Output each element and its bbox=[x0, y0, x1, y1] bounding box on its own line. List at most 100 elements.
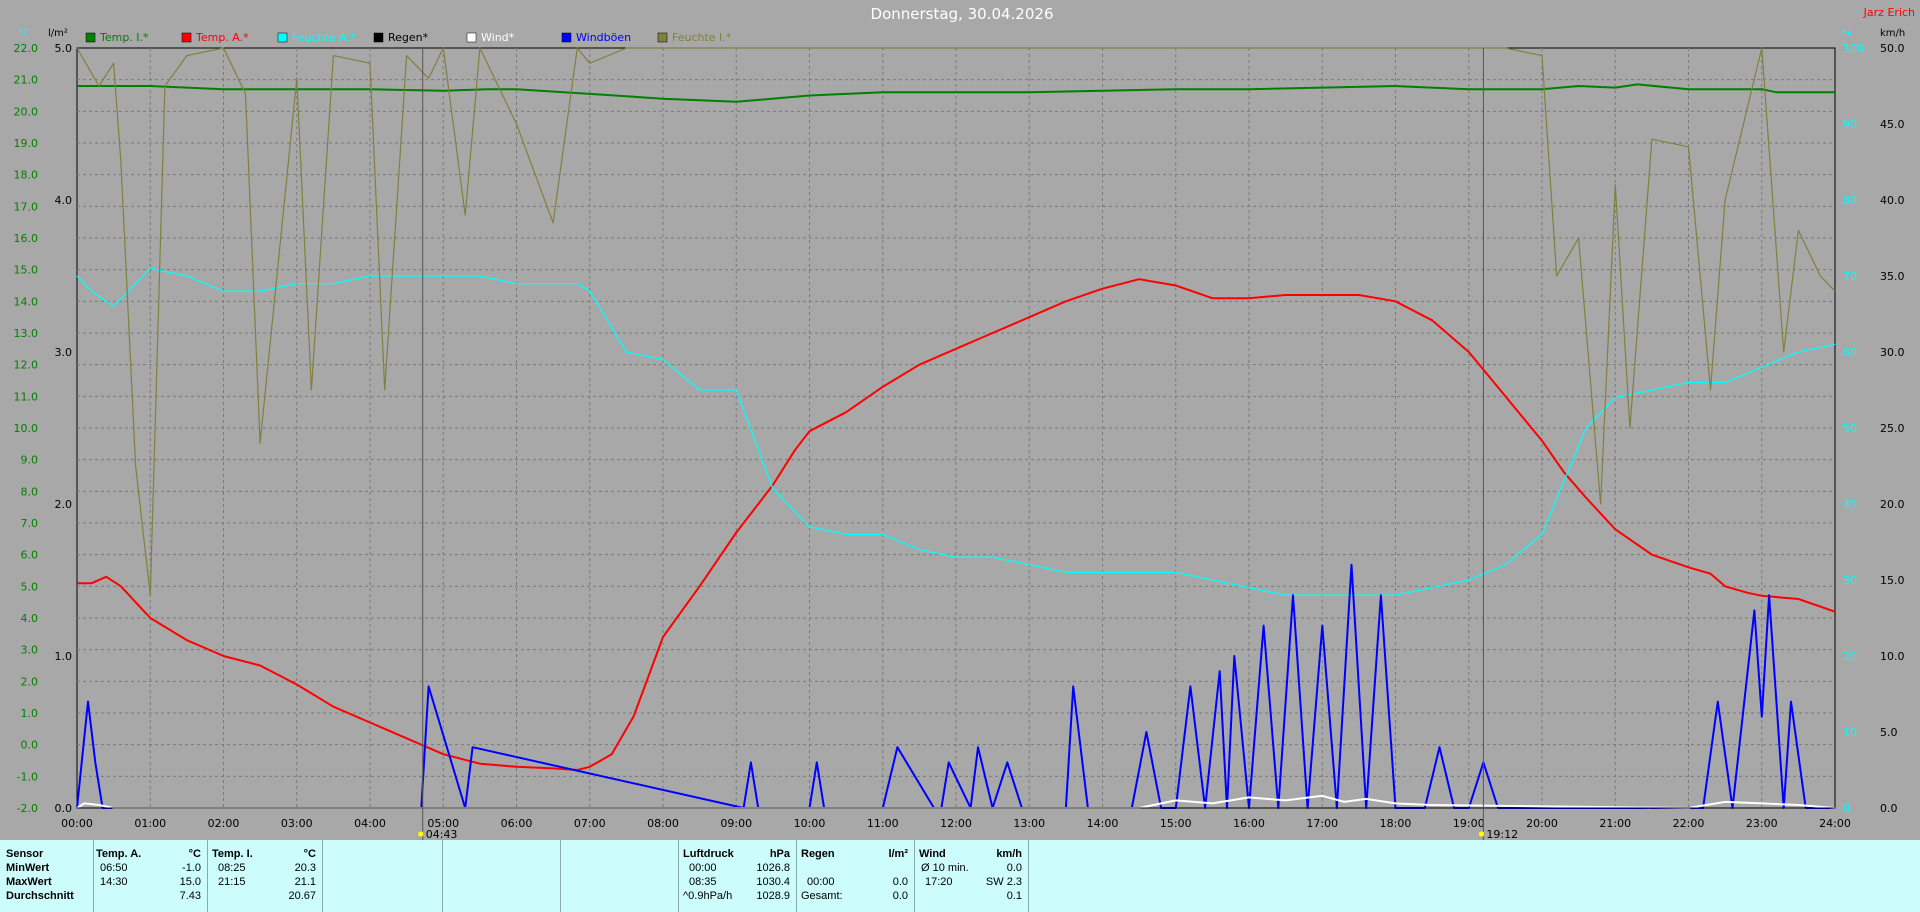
stats-sensor-title: Sensor bbox=[6, 848, 44, 860]
stats-temp-a-min-time: 06:50 bbox=[100, 862, 128, 874]
wind-axis-unit: km/h bbox=[1880, 28, 1905, 39]
humidity-tick-label: 20 bbox=[1843, 650, 1857, 663]
sun-icon bbox=[1478, 830, 1485, 838]
wind-tick-label: 40.0 bbox=[1880, 194, 1905, 207]
rain-tick-label: 4.0 bbox=[55, 194, 73, 207]
legend-label: Feuchte I.* bbox=[672, 31, 732, 44]
x-tick-label: 17:00 bbox=[1306, 817, 1338, 830]
legend-label: Windböen bbox=[576, 31, 631, 44]
x-tick-label: 07:00 bbox=[574, 817, 606, 830]
legend-label: Wind* bbox=[481, 31, 515, 44]
stats-temp-a-min-val: -1.0 bbox=[182, 862, 201, 874]
stats-temp-a-unit: °C bbox=[188, 848, 201, 860]
stats-temp-i-max-time: 21:15 bbox=[218, 876, 246, 888]
wind-tick-label: 0.0 bbox=[1880, 802, 1898, 815]
stats-temp-a-avg: 7.43 bbox=[179, 890, 201, 902]
temp-tick-label: 10.0 bbox=[14, 422, 39, 435]
stats-temp-a-title: Temp. A. bbox=[96, 848, 142, 860]
event-time-label: 19:12 bbox=[1486, 828, 1518, 840]
legend-label: Feuchte A.* bbox=[292, 31, 356, 44]
stats-temp-i-column: Temp. I. °C 08:25 20.3 21:15 21.1 20.67 bbox=[207, 840, 322, 912]
stats-row-min: MinWert bbox=[6, 862, 50, 874]
wind-tick-label: 45.0 bbox=[1880, 118, 1905, 131]
stats-temp-i-min-val: 20.3 bbox=[294, 862, 316, 874]
stats-pressure-unit: hPa bbox=[769, 848, 790, 860]
temp-tick-label: 9.0 bbox=[21, 454, 39, 467]
stats-pressure-column: Luftdruck hPa 00:00 1026.8 08:35 1030.4 … bbox=[678, 840, 796, 912]
x-tick-label: 00:00 bbox=[61, 817, 93, 830]
x-tick-label: 11:00 bbox=[867, 817, 899, 830]
legend-swatch bbox=[85, 32, 96, 43]
stats-temp-i-avg: 20.67 bbox=[288, 890, 316, 902]
stats-row-max: MaxWert bbox=[6, 876, 52, 888]
stats-row-avg: Durchschnitt bbox=[6, 890, 74, 902]
x-tick-label: 14:00 bbox=[1087, 817, 1119, 830]
temp-tick-label: 2.0 bbox=[21, 675, 39, 688]
temp-tick-label: -2.0 bbox=[17, 802, 38, 815]
temp-tick-label: 7.0 bbox=[21, 517, 39, 530]
stats-empty-column-4 bbox=[1028, 840, 1920, 912]
temp-tick-label: 19.0 bbox=[14, 137, 39, 150]
rain-tick-label: 3.0 bbox=[55, 346, 73, 359]
chart-legend: Temp. I.* Temp. A.* Feuchte A.* Regen* Wind*… bbox=[85, 31, 732, 44]
x-tick-label: 15:00 bbox=[1160, 817, 1192, 830]
wind-tick-label: 15.0 bbox=[1880, 574, 1905, 587]
temp-tick-label: 18.0 bbox=[14, 169, 39, 182]
stats-sensor-column: Sensor MinWert MaxWert Durchschnitt bbox=[0, 840, 93, 912]
stats-temp-i-max-val: 21.1 bbox=[294, 876, 316, 888]
legend-label: Regen* bbox=[388, 31, 429, 44]
wind-tick-label: 50.0 bbox=[1880, 42, 1905, 55]
humidity-tick-label: 100 bbox=[1843, 42, 1864, 55]
temp-tick-label: 22.0 bbox=[14, 42, 39, 55]
humidity-tick-label: 90 bbox=[1843, 118, 1857, 131]
stats-rain-max-val: 0.0 bbox=[892, 876, 908, 888]
stats-pressure-max-time: 08:35 bbox=[689, 876, 717, 888]
stats-panel: Sensor MinWert MaxWert Durchschnitt Temp… bbox=[0, 840, 1920, 912]
x-tick-label: 24:00 bbox=[1819, 817, 1851, 830]
humidity-tick-label: 70 bbox=[1843, 270, 1857, 283]
weather-chart: Donnerstag, 30.04.2026 Jarz Erich °C l/m… bbox=[14, 5, 1915, 840]
chart-title: Donnerstag, 30.04.2026 bbox=[871, 5, 1054, 23]
temp-tick-label: 4.0 bbox=[21, 612, 39, 625]
stats-pressure-max-val: 1030.4 bbox=[756, 876, 790, 888]
temp-tick-label: 17.0 bbox=[14, 200, 39, 213]
stats-rain-column: Regen l/m² 00:00 0.0 Gesamt: 0.0 bbox=[796, 840, 914, 912]
rain-tick-label: 1.0 bbox=[55, 650, 73, 663]
temp-tick-label: 21.0 bbox=[14, 74, 39, 87]
rain-tick-label: 2.0 bbox=[55, 498, 73, 511]
stats-wind-min-time: Ø 10 min. bbox=[921, 862, 969, 874]
wind-tick-label: 35.0 bbox=[1880, 270, 1905, 283]
stats-temp-a-column: Temp. A. °C 06:50 -1.0 14:30 15.0 7.43 bbox=[93, 840, 207, 912]
temp-tick-label: 15.0 bbox=[14, 264, 39, 277]
wind-tick-label: 10.0 bbox=[1880, 650, 1905, 663]
x-tick-label: 09:00 bbox=[720, 817, 752, 830]
x-tick-label: 08:00 bbox=[647, 817, 679, 830]
legend-label: Temp. I.* bbox=[99, 31, 149, 44]
temp-tick-label: 0.0 bbox=[21, 739, 39, 752]
stats-pressure-title: Luftdruck bbox=[683, 848, 734, 860]
stats-wind-max-val: SW 2.3 bbox=[985, 876, 1022, 888]
wind-tick-label: 25.0 bbox=[1880, 422, 1905, 435]
x-tick-label: 10:00 bbox=[794, 817, 826, 830]
rain-axis-unit: l/m² bbox=[48, 28, 68, 39]
humidity-tick-label: 50 bbox=[1843, 422, 1857, 435]
rain-tick-label: 5.0 bbox=[55, 42, 73, 55]
wind-tick-label: 20.0 bbox=[1880, 498, 1905, 511]
stats-pressure-min-time: 00:00 bbox=[689, 862, 717, 874]
humidity-tick-label: 40 bbox=[1843, 498, 1857, 511]
stats-rain-title: Regen bbox=[801, 848, 835, 860]
stats-temp-i-min-time: 08:25 bbox=[218, 862, 246, 874]
x-tick-label: 01:00 bbox=[134, 817, 166, 830]
temp-tick-label: 1.0 bbox=[21, 707, 39, 720]
stats-pressure-min-val: 1026.8 bbox=[756, 862, 790, 874]
temp-tick-label: 3.0 bbox=[21, 644, 39, 657]
stats-temp-a-max-val: 15.0 bbox=[179, 876, 201, 888]
legend-swatch bbox=[373, 32, 384, 43]
legend-swatch bbox=[181, 32, 192, 43]
stats-wind-min-val: 0.0 bbox=[1006, 862, 1022, 874]
humidity-tick-label: 80 bbox=[1843, 194, 1857, 207]
stats-wind-avg: 0.1 bbox=[1006, 890, 1022, 902]
x-tick-label: 03:00 bbox=[281, 817, 313, 830]
temp-tick-label: 16.0 bbox=[14, 232, 39, 245]
temp-tick-label: 12.0 bbox=[14, 359, 39, 372]
